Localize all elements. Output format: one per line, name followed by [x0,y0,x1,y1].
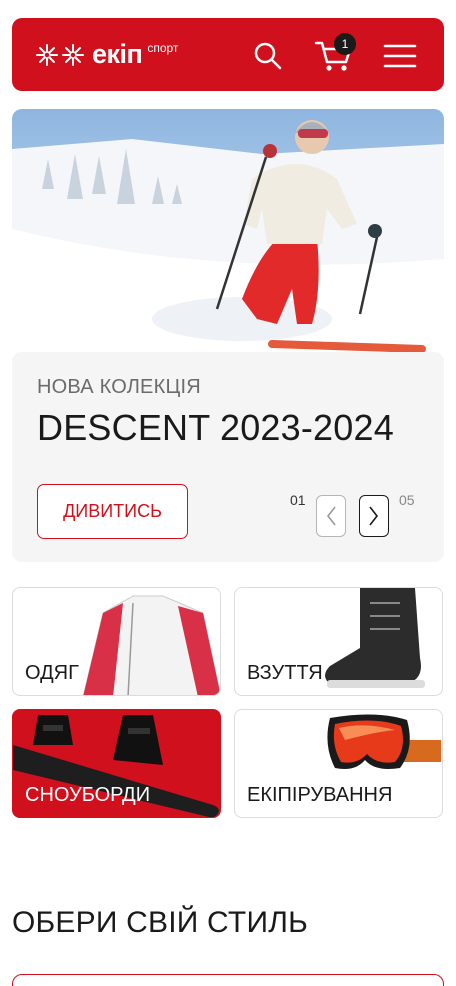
category-label: СНОУБОРДИ [25,784,151,806]
promo-title: DESCENT 2023-2024 [37,407,394,448]
hero-banner-image[interactable] [12,109,444,355]
search-button[interactable] [250,38,286,74]
logo-wordmark: екіп [92,39,143,69]
menu-icon [383,44,417,68]
promo-card: НОВА КОЛЕКЦІЯ DESCENT 2023-2024 ДИВИТИСЬ… [12,352,444,562]
prev-slide-button[interactable] [316,495,346,537]
snowflake-icon [36,44,84,66]
slide-total-number: 05 [399,492,415,508]
category-label: ЕКІПІРУВАННЯ [247,784,393,806]
category-label: ВЗУТТЯ [247,662,323,684]
view-button[interactable]: ДИВИТИСЬ [37,484,188,539]
menu-button[interactable] [382,38,418,74]
search-icon [254,42,282,70]
category-snowboards[interactable]: СНОУБОРДИ [12,709,221,818]
category-equipment[interactable]: ЕКІПІРУВАННЯ [234,709,443,818]
top-header: екіп спорт [12,18,444,91]
chevron-right-icon [369,506,379,526]
next-slide-button[interactable] [359,495,389,537]
promo-kicker: НОВА КОЛЕКЦІЯ [37,376,201,398]
chevron-left-icon [326,506,336,526]
category-label: ОДЯГ [25,662,79,684]
cart-count-badge: 1 [334,33,356,55]
category-footwear[interactable]: ВЗУТТЯ [234,587,443,696]
style-card[interactable] [12,974,444,986]
logo-subtitle: спорт [147,41,179,55]
section-title: ОБЕРИ СВІЙ СТИЛЬ [12,906,308,939]
site-logo[interactable]: екіп спорт [36,39,179,70]
category-clothing[interactable]: ОДЯГ [12,587,221,696]
slide-current-number: 01 [290,492,306,508]
